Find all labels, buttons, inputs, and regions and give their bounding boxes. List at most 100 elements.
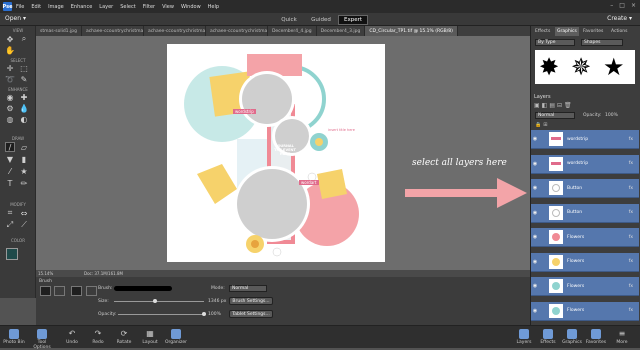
open-button[interactable]: Open ▾ [5, 15, 26, 22]
more-button[interactable]: ≡ More [610, 329, 634, 345]
brush-tool-icon[interactable]: / [5, 142, 15, 152]
layout-button[interactable]: ▦ Layout [138, 329, 162, 345]
spot-heal-icon[interactable]: ✚ [19, 92, 29, 102]
brush-settings-button[interactable]: Brush Settings... [229, 297, 273, 305]
visibility-eye-icon[interactable]: ◉ [531, 283, 539, 289]
menu-help[interactable]: Help [208, 4, 219, 10]
layer-style-icon[interactable]: fx [629, 137, 633, 142]
graphics-panel-button[interactable]: Graphics [560, 329, 584, 345]
impressionist-brush-icon[interactable] [54, 286, 65, 296]
red-eye-icon[interactable]: ◉ [5, 92, 15, 102]
layer-row[interactable]: ◉∞Buttonfx [531, 203, 639, 223]
mode-guided[interactable]: Guided [306, 15, 336, 25]
size-slider-knob[interactable] [152, 299, 157, 303]
visibility-eye-icon[interactable]: ◉ [531, 210, 539, 216]
brush-mode-icon[interactable] [40, 286, 51, 296]
move-select-icon[interactable]: ✛ [5, 63, 15, 73]
favorites-panel-button[interactable]: Favorites [584, 329, 608, 345]
layer-row[interactable]: ◉∞wordstripfx [531, 154, 639, 174]
layer-style-icon[interactable]: fx [629, 235, 633, 240]
foreground-color-swatch[interactable] [6, 248, 18, 260]
type-tool-icon[interactable]: T [5, 178, 15, 188]
close-icon[interactable]: × [631, 2, 636, 9]
doc-tab[interactable]: achaee-ccountrychristmas-solid4.jpg [206, 26, 268, 36]
tool-options-button[interactable]: Tool Options [30, 329, 54, 350]
layer-row[interactable]: ◉∞Flowersfx [531, 228, 639, 247]
visibility-eye-icon[interactable]: ◉ [531, 185, 539, 191]
menu-image[interactable]: Image [48, 4, 64, 10]
opacity-slider[interactable] [118, 312, 206, 316]
filter-value-dropdown[interactable]: Shapes [581, 39, 623, 46]
custom-shape-icon[interactable]: ★ [19, 166, 29, 176]
star-solid-icon[interactable]: ★ [603, 54, 625, 80]
panel-tab-graphics[interactable]: Graphics [555, 27, 579, 36]
layer-style-icon[interactable]: fx [629, 259, 633, 264]
pencil-tool-icon[interactable]: ✏ [19, 178, 29, 188]
redo-button[interactable]: ↷ Redo [86, 329, 110, 345]
layer-style-icon[interactable]: fx [629, 161, 633, 166]
doc-tab[interactable]: stmas-solid1.jpg [36, 26, 82, 36]
layer-row[interactable]: ◉∞Flowersfx [531, 252, 639, 272]
menu-file[interactable]: File [16, 4, 24, 10]
color-picker-icon[interactable]: ⁄ [5, 166, 15, 176]
straighten-icon[interactable]: ⟋ [19, 220, 29, 230]
layer-row[interactable]: ◉∞Flowersfx [531, 277, 639, 296]
effects-panel-button[interactable]: Effects [536, 329, 560, 345]
layers-panel-button[interactable]: Layers [512, 329, 536, 345]
brush-preset-icon[interactable] [71, 286, 82, 296]
star-shape-icon[interactable]: ✸ [539, 54, 559, 80]
visibility-eye-icon[interactable]: ◉ [531, 234, 539, 240]
undo-button[interactable]: ↶ Undo [60, 329, 84, 345]
doc-tab[interactable]: achaee-ccountrychristmas-solid7.jpg [82, 26, 144, 36]
layer-toolbar-icons[interactable]: ▣◧▤⊟🗑 [534, 102, 574, 109]
size-slider[interactable] [114, 299, 204, 303]
panel-tab-favorites[interactable]: Favorites [581, 27, 605, 36]
maximize-icon[interactable]: □ [619, 2, 625, 9]
mode-quick[interactable]: Quick [274, 15, 304, 25]
menu-window[interactable]: Window [181, 4, 201, 10]
menu-layer[interactable]: Layer [99, 4, 113, 10]
layer-style-icon[interactable]: fx [629, 210, 633, 215]
gradient-tool-icon[interactable]: ▮ [19, 154, 29, 164]
eraser-tool-icon[interactable]: ▱ [19, 142, 29, 152]
visibility-eye-icon[interactable]: ◉ [531, 259, 539, 265]
star-outline-icon[interactable]: ✵ [571, 54, 591, 80]
create-button[interactable]: Create ▾ [607, 15, 632, 22]
menu-view[interactable]: View [162, 4, 174, 10]
paint-bucket-icon[interactable]: ▼ [5, 154, 15, 164]
doc-tab-active[interactable]: CD_Circular_TP1.tif @ 15.1% (RGB/8) [365, 26, 458, 36]
lasso-tool-icon[interactable]: ➰ [5, 74, 15, 84]
menu-enhance[interactable]: Enhance [71, 4, 93, 10]
crop-tool-icon[interactable]: ⌗ [5, 208, 15, 218]
hand-tool-icon[interactable]: ✋ [5, 45, 15, 55]
quick-select-icon[interactable]: ✎ [19, 74, 29, 84]
sponge-tool-icon[interactable]: ◍ [5, 114, 15, 124]
recompose-icon[interactable]: ⇔ [19, 208, 29, 218]
menu-select[interactable]: Select [120, 4, 135, 10]
blend-mode-dropdown[interactable]: Normal [535, 112, 575, 119]
doc-tab[interactable]: December4_4.jpg [268, 26, 317, 36]
rotate-button[interactable]: ⟳ Rotate [112, 329, 136, 345]
dodge-tool-icon[interactable]: ◐ [19, 114, 29, 124]
panel-tab-effects[interactable]: Effects [533, 27, 552, 36]
panel-tab-actions[interactable]: Actions [609, 27, 629, 36]
layer-row[interactable]: ◉∞Flowersfx [531, 301, 639, 321]
marquee-tool-icon[interactable]: ⬚ [19, 63, 29, 73]
filter-type-dropdown[interactable]: By Type [535, 39, 575, 46]
layer-row[interactable]: ◉∞wordstripfx [531, 130, 639, 149]
layer-style-icon[interactable]: fx [629, 186, 633, 191]
move-tool-icon[interactable]: ✥ [5, 34, 15, 44]
visibility-eye-icon[interactable]: ◉ [531, 161, 539, 167]
layer-style-icon[interactable]: fx [629, 308, 633, 313]
visibility-eye-icon[interactable]: ◉ [531, 308, 539, 314]
mode-expert[interactable]: Expert [338, 15, 368, 25]
content-move-icon[interactable]: ⤢ [5, 220, 15, 230]
photo-bin-button[interactable]: Photo Bin [2, 329, 26, 345]
layer-style-icon[interactable]: fx [629, 284, 633, 289]
layer-row[interactable]: ◉∞Buttonfx [531, 179, 639, 198]
visibility-eye-icon[interactable]: ◉ [531, 136, 539, 142]
zoom-tool-icon[interactable]: ⌕ [19, 34, 29, 44]
doc-tab[interactable]: December4_3.jpg [317, 26, 366, 36]
mode-dropdown[interactable]: Normal [229, 285, 267, 292]
blur-tool-icon[interactable]: 💧 [19, 103, 29, 113]
